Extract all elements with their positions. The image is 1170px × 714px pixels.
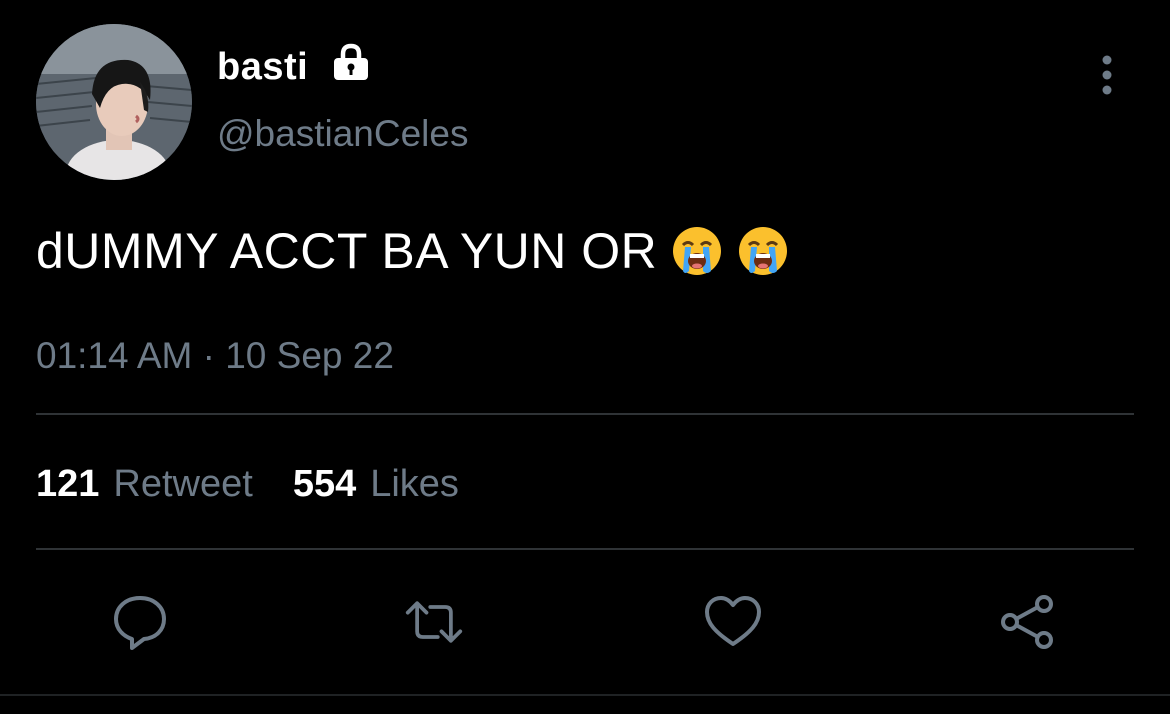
lock-icon xyxy=(330,42,372,84)
tweet-stats: 121 Retweet 554 Likes xyxy=(36,461,459,507)
retweet-button[interactable] xyxy=(404,592,464,652)
loudly-crying-face-icon xyxy=(671,225,723,277)
tweet-text: dUMMY ACCT BA YUN OR xyxy=(36,222,789,280)
avatar[interactable] xyxy=(36,24,192,180)
loudly-crying-face-icon xyxy=(737,225,789,277)
likes-count: 554 xyxy=(292,463,357,505)
tweet-card: basti @bastianCeles dUMMY ACCT BA YUN OR xyxy=(0,0,1170,714)
retweets-label: Retweet xyxy=(113,463,253,505)
divider xyxy=(36,548,1134,550)
display-name[interactable]: basti xyxy=(217,44,308,90)
share-icon xyxy=(1001,595,1053,649)
more-options-icon[interactable] xyxy=(1092,54,1122,96)
avatar-image xyxy=(36,24,192,180)
divider xyxy=(36,413,1134,415)
tweet-timestamp[interactable]: 01:14 AM · 10 Sep 22 xyxy=(36,334,394,378)
retweets-count: 121 xyxy=(36,463,100,505)
reply-button[interactable] xyxy=(110,592,170,652)
like-button[interactable] xyxy=(703,592,763,652)
tweet-text-content: dUMMY ACCT BA YUN OR xyxy=(36,223,658,279)
divider xyxy=(0,694,1170,696)
retweet-icon xyxy=(405,601,463,643)
user-handle[interactable]: @bastianCeles xyxy=(217,112,468,156)
share-button[interactable] xyxy=(998,592,1058,652)
likes-label: Likes xyxy=(370,463,459,505)
heart-icon xyxy=(705,596,761,646)
reply-icon xyxy=(114,596,166,650)
retweets-stat[interactable]: 121 Retweet xyxy=(36,461,253,507)
likes-stat[interactable]: 554 Likes xyxy=(293,461,459,507)
